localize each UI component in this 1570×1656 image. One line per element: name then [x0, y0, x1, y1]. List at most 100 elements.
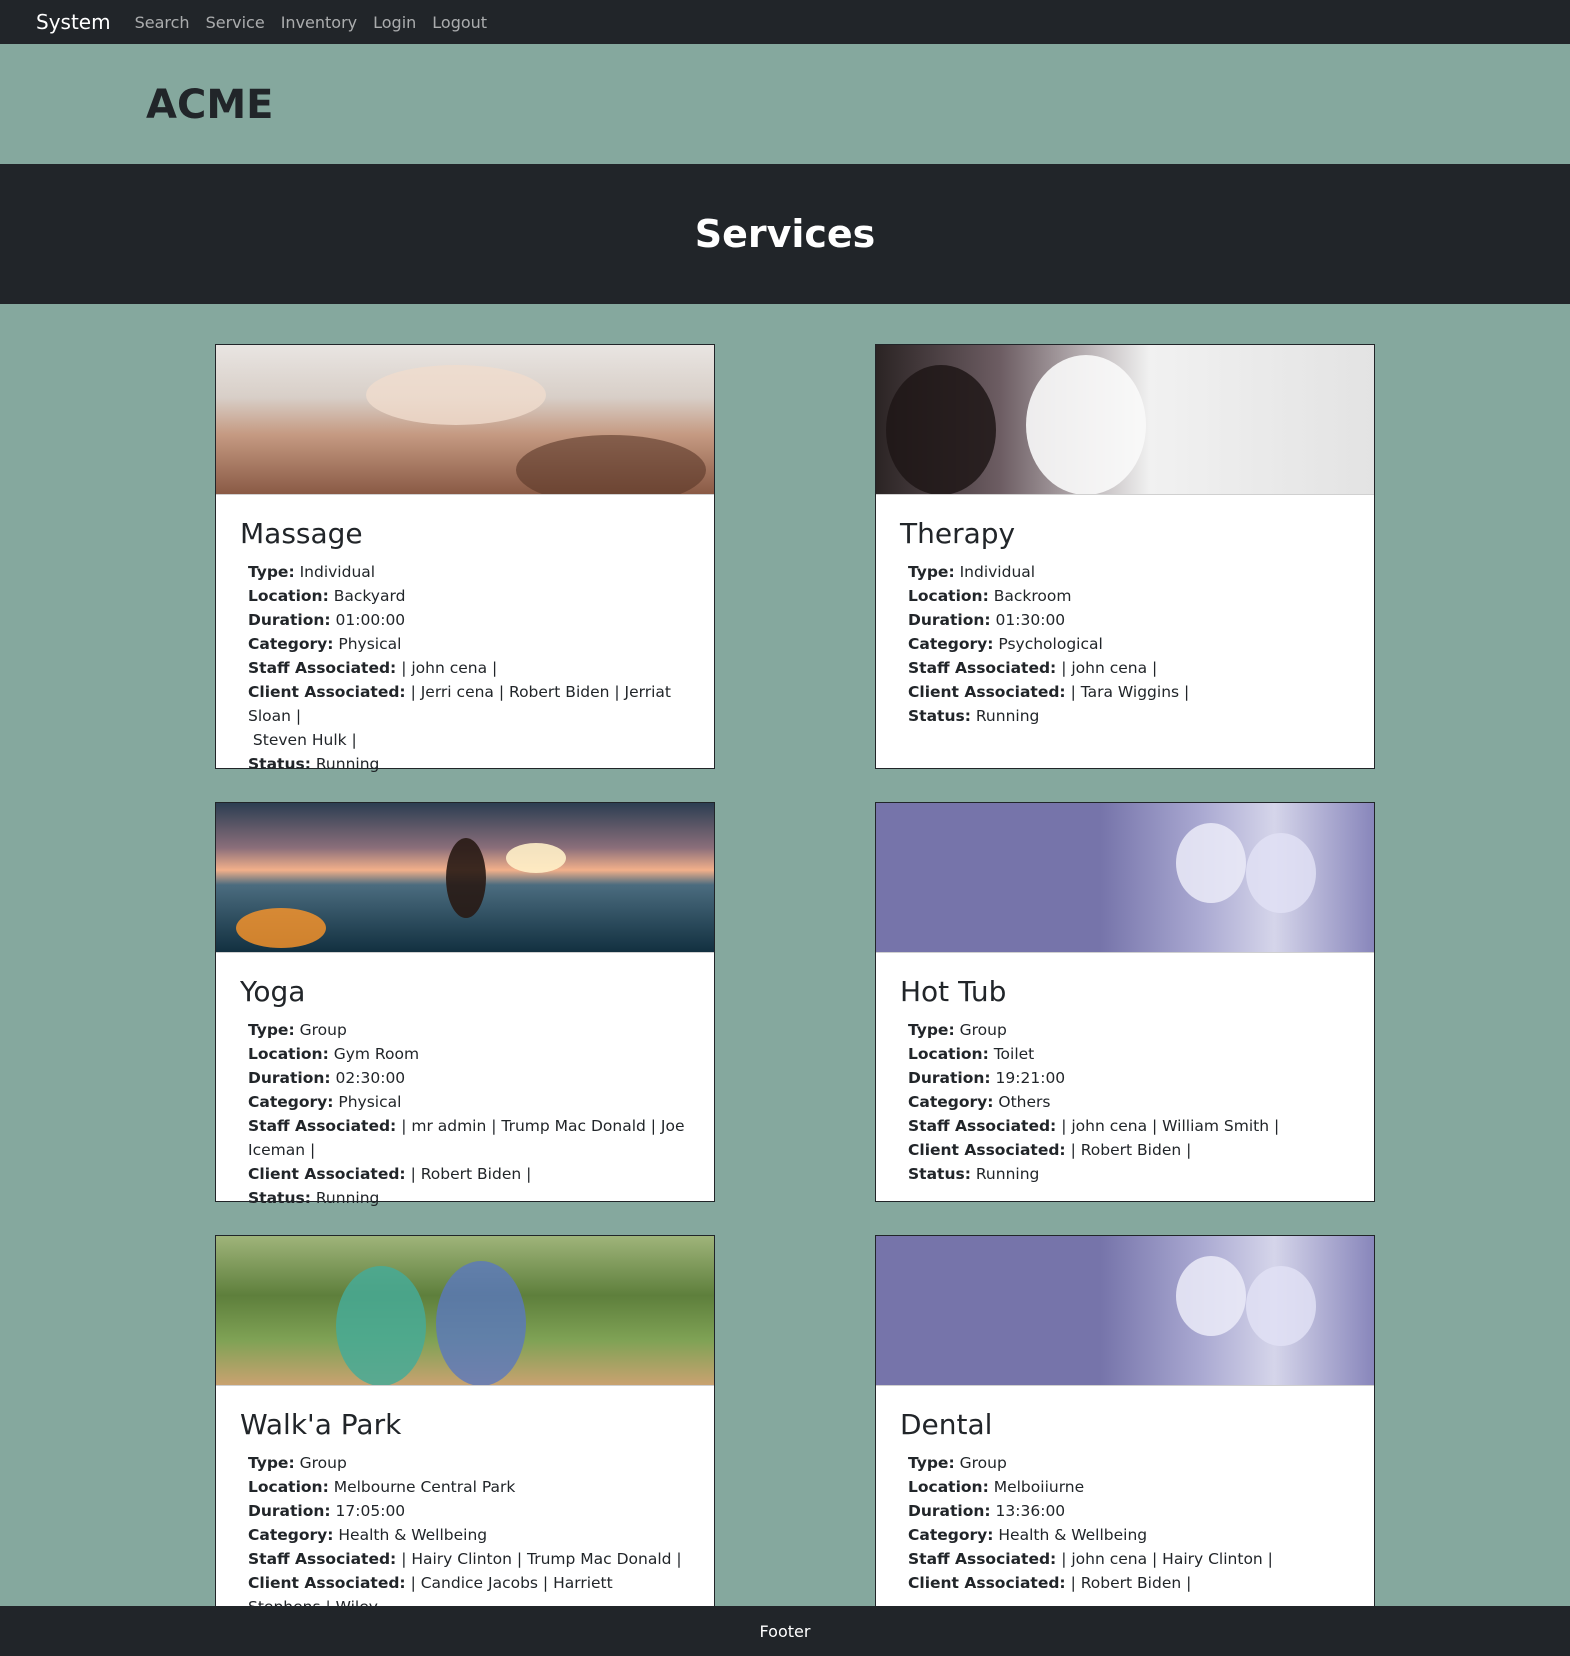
service-card-hot-tub[interactable]: Hot Tub Type: Group Location: Toilet Dur…	[875, 802, 1375, 1202]
value: Physical	[338, 635, 402, 653]
service-client-continued: Steven Hulk |	[248, 731, 357, 749]
nav-link-logout[interactable]: Logout	[432, 13, 487, 32]
label: Location:	[248, 1478, 329, 1496]
services-grid: Massage Type: Individual Location: Backy…	[0, 304, 1570, 1606]
value: | Hairy Clinton | Trump Mac Donald |	[401, 1550, 682, 1568]
service-duration: Duration: 17:05:00	[240, 1499, 690, 1523]
label: Duration:	[248, 611, 331, 629]
value: | john cena | William Smith |	[1061, 1117, 1280, 1135]
nav-link-search[interactable]: Search	[135, 13, 190, 32]
service-staff: Staff Associated: | Hairy Clinton | Trum…	[240, 1547, 690, 1571]
yoga-photo	[216, 803, 714, 953]
park-walk-photo	[216, 1236, 714, 1386]
label: Type:	[908, 563, 955, 581]
label: Duration:	[908, 1502, 991, 1520]
brand-link[interactable]: System	[36, 10, 111, 34]
label: Type:	[248, 1021, 295, 1039]
service-staff: Staff Associated: | john cena |	[900, 656, 1350, 680]
value: | john cena |	[1061, 659, 1158, 677]
service-category: Category: Psychological	[900, 632, 1350, 656]
service-card-yoga[interactable]: Yoga Type: Group Location: Gym Room Dura…	[215, 802, 715, 1207]
label: Status:	[908, 1165, 971, 1183]
value: Running	[315, 755, 380, 773]
service-location: Location: Backyard	[240, 584, 690, 608]
value: Toilet	[993, 1045, 1035, 1063]
value: Group	[959, 1454, 1007, 1472]
nav-link-login[interactable]: Login	[373, 13, 416, 32]
label: Location:	[248, 1045, 329, 1063]
value: 01:00:00	[335, 611, 406, 629]
value: | Tara Wiggins |	[1070, 683, 1190, 701]
service-client: Client Associated: | Tara Wiggins |	[900, 680, 1350, 704]
label: Category:	[248, 1526, 334, 1544]
value: 01:30:00	[995, 611, 1066, 629]
service-name: Therapy	[900, 517, 1016, 550]
label: Category:	[248, 635, 334, 653]
card-body: Walk'a Park Type: Group Location: Melbou…	[216, 1386, 714, 1606]
service-category: Category: Physical	[240, 1090, 690, 1114]
service-name: Yoga	[240, 975, 306, 1008]
page-title-band: Services	[0, 164, 1570, 304]
value: Melbourne Central Park	[333, 1478, 516, 1496]
value: Individual	[299, 563, 376, 581]
service-duration: Duration: 19:21:00	[900, 1066, 1350, 1090]
value: 19:21:00	[995, 1069, 1066, 1087]
service-client: Client Associated: | Robert Biden |	[900, 1571, 1350, 1595]
service-card-dental[interactable]: Dental Type: Group Location: Melboiiurne…	[875, 1235, 1375, 1606]
service-card-massage[interactable]: Massage Type: Individual Location: Backy…	[215, 344, 715, 773]
label: Location:	[248, 587, 329, 605]
service-staff: Staff Associated: | mr admin | Trump Mac…	[240, 1114, 690, 1162]
value: Others	[998, 1093, 1051, 1111]
top-navbar: System Search Service Inventory Login Lo…	[0, 0, 1570, 44]
value: Running	[975, 707, 1040, 725]
service-name: Hot Tub	[900, 975, 1007, 1008]
service-name: Massage	[240, 517, 363, 550]
label: Client Associated:	[908, 1574, 1066, 1592]
service-card-walk-a-park[interactable]: Walk'a Park Type: Group Location: Melbou…	[215, 1235, 715, 1606]
value: Running	[975, 1165, 1040, 1183]
label: Client Associated:	[908, 1141, 1066, 1159]
value: Group	[959, 1021, 1007, 1039]
card-body: Dental Type: Group Location: Melboiiurne…	[876, 1386, 1374, 1606]
service-staff: Staff Associated: | john cena |	[240, 656, 690, 680]
service-type: Type: Individual	[900, 560, 1350, 584]
service-type: Type: Group	[240, 1451, 690, 1475]
service-name: Dental	[900, 1408, 993, 1441]
page-title: Services	[694, 212, 876, 256]
value: Backyard	[333, 587, 406, 605]
service-card-therapy[interactable]: Therapy Type: Individual Location: Backr…	[875, 344, 1375, 769]
value: | john cena | Hairy Clinton |	[1061, 1550, 1273, 1568]
service-category: Category: Health & Wellbeing	[240, 1523, 690, 1547]
service-duration: Duration: 01:00:00	[240, 608, 690, 632]
service-type: Type: Group	[900, 1018, 1350, 1042]
service-status: Status: Running	[900, 704, 1350, 728]
label: Category:	[908, 1093, 994, 1111]
value: | Robert Biden |	[410, 1165, 532, 1183]
nav-link-service[interactable]: Service	[206, 13, 265, 32]
service-client: Client Associated: | Robert Biden |	[900, 1138, 1350, 1162]
label: Staff Associated:	[248, 1550, 397, 1568]
label: Location:	[908, 1045, 989, 1063]
nav-link-inventory[interactable]: Inventory	[281, 13, 357, 32]
service-location: Location: Melbourne Central Park	[240, 1475, 690, 1499]
value: | Robert Biden |	[1070, 1141, 1192, 1159]
value: Backroom	[993, 587, 1072, 605]
label: Client Associated:	[248, 683, 406, 701]
label: Duration:	[248, 1069, 331, 1087]
card-body: Therapy Type: Individual Location: Backr…	[876, 495, 1374, 744]
value: Health & Wellbeing	[338, 1526, 488, 1544]
service-duration: Duration: 02:30:00	[240, 1066, 690, 1090]
service-location: Location: Backroom	[900, 584, 1350, 608]
card-body: Massage Type: Individual Location: Backy…	[216, 495, 714, 792]
label: Type:	[908, 1021, 955, 1039]
elderly-care-photo	[876, 1236, 1374, 1386]
label: Type:	[908, 1454, 955, 1472]
value: 02:30:00	[335, 1069, 406, 1087]
header-band: ACME	[0, 44, 1570, 164]
label: Client Associated:	[248, 1574, 406, 1592]
service-category: Category: Others	[900, 1090, 1350, 1114]
value: Individual	[959, 563, 1036, 581]
service-category: Category: Health & Wellbeing	[900, 1523, 1350, 1547]
footer-text: Footer	[759, 1621, 811, 1641]
label: Staff Associated:	[248, 659, 397, 677]
